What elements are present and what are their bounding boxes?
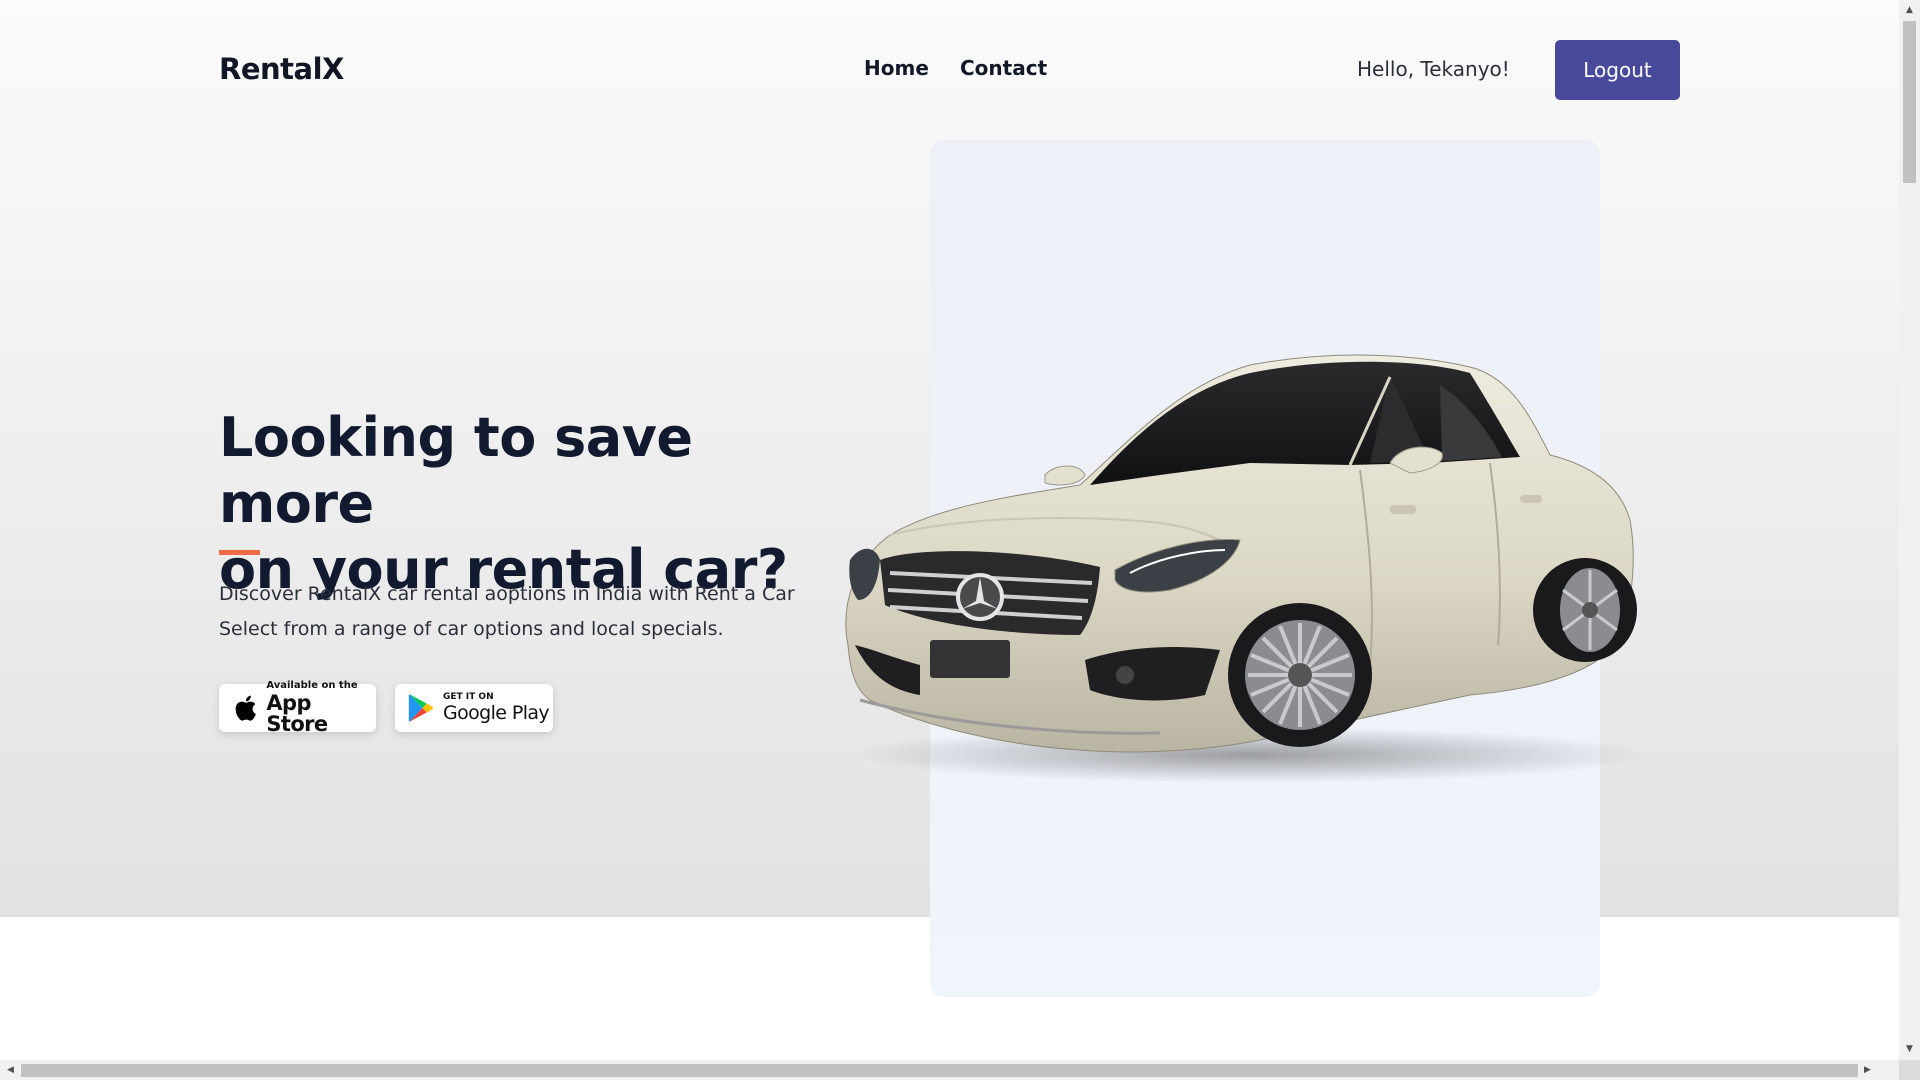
hero-headline-line-1: Looking to save more (219, 406, 693, 535)
headline-accent-bar (219, 550, 260, 555)
page-viewport: RentalX Home Contact Hello, Tekanyo! Log… (0, 0, 1899, 1060)
vertical-scrollbar-thumb[interactable] (1903, 21, 1916, 183)
nav-link-home[interactable]: Home (864, 56, 929, 80)
top-navbar: RentalX Home Contact Hello, Tekanyo! Log… (0, 0, 1899, 140)
vertical-scrollbar[interactable]: ▲ ▼ (1899, 0, 1920, 1060)
scroll-left-arrow-icon[interactable]: ◀ (0, 1060, 21, 1080)
hero-description: Discover RentalX car rental aoptions in … (219, 577, 819, 647)
google-play-text: GET IT ON Google Play (443, 692, 550, 724)
app-store-button[interactable]: Available on the App Store (219, 681, 376, 735)
user-greeting: Hello, Tekanyo! (1357, 57, 1510, 81)
hero-description-line-1: Discover RentalX car rental aoptions in … (219, 583, 795, 605)
google-play-small-label: GET IT ON (443, 692, 494, 702)
nav-link-contact[interactable]: Contact (960, 56, 1047, 80)
scrollbar-corner (1899, 1060, 1920, 1080)
scroll-down-arrow-icon[interactable]: ▼ (1899, 1039, 1920, 1060)
scroll-right-arrow-icon[interactable]: ▶ (1857, 1060, 1878, 1080)
google-play-icon (408, 693, 434, 723)
horizontal-scrollbar[interactable]: ◀ ▶ (0, 1060, 1899, 1080)
white-sedan-car-image (845, 354, 1650, 783)
google-play-button[interactable]: GET IT ON Google Play (395, 684, 553, 732)
apple-icon (232, 693, 257, 723)
site-logo[interactable]: RentalX (219, 52, 344, 86)
hero-description-line-2: Select from a range of car options and l… (219, 618, 724, 640)
scroll-up-arrow-icon[interactable]: ▲ (1899, 0, 1920, 21)
app-store-big-label: App Store (266, 691, 328, 736)
app-store-text: Available on the App Store (266, 681, 376, 735)
logout-button[interactable]: Logout (1555, 40, 1680, 100)
hero-headline: Looking to save more on your rental car? (219, 405, 839, 603)
horizontal-scrollbar-thumb[interactable] (21, 1064, 1858, 1077)
google-play-big-label: Google Play (443, 702, 550, 724)
app-store-small-label: Available on the (266, 680, 358, 691)
